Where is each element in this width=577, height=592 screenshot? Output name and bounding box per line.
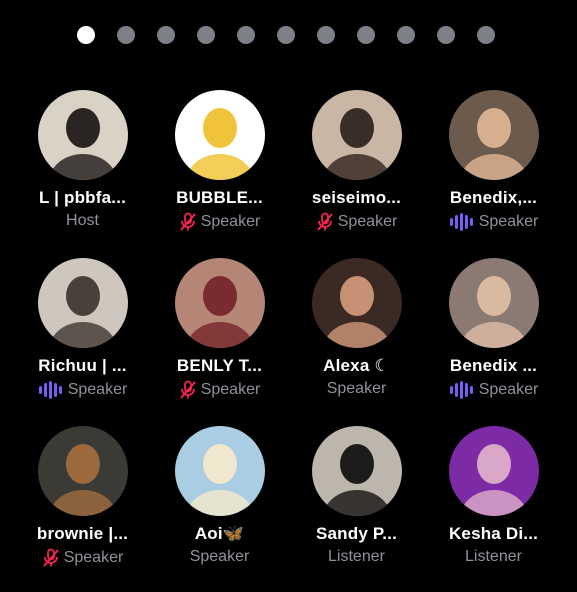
participant-role: Speaker — [189, 548, 250, 565]
participant-name: BUBBLE... — [176, 188, 263, 207]
avatar[interactable] — [174, 258, 265, 348]
page-dot[interactable] — [197, 26, 215, 44]
participant-tile[interactable]: Richuu | ... Speaker — [14, 256, 151, 424]
participant-role: Speaker — [67, 381, 128, 398]
speaking-waveform-icon — [449, 212, 475, 232]
participant-name: Benedix ... — [449, 356, 538, 375]
mic-off-icon — [42, 548, 60, 568]
participant-role-row: Speaker — [179, 380, 261, 400]
participant-name: Alexa ☾ — [323, 356, 390, 375]
participant-name: brownie |... — [36, 524, 129, 543]
participant-tile[interactable]: Kesha Di... Listener — [425, 424, 562, 592]
participant-role: Speaker — [337, 213, 398, 230]
page-dot[interactable] — [237, 26, 255, 44]
page-dot-active[interactable] — [77, 26, 95, 44]
avatar[interactable] — [448, 426, 539, 516]
participant-name: seiseimo... — [311, 188, 402, 207]
avatar[interactable] — [311, 426, 402, 516]
avatar[interactable] — [37, 258, 128, 348]
participant-role-row: Listener — [465, 548, 522, 566]
participant-role-row: Listener — [328, 548, 385, 566]
participant-role: Speaker — [63, 549, 124, 566]
page-dot[interactable] — [397, 26, 415, 44]
avatar[interactable] — [448, 90, 539, 180]
participant-tile[interactable]: Benedix ... Speaker — [425, 256, 562, 424]
participant-tile[interactable]: BUBBLE... Speaker — [151, 88, 288, 256]
speaking-waveform-icon — [38, 380, 64, 400]
participant-role: Listener — [465, 548, 522, 565]
participant-tile[interactable]: Sandy P... Listener — [288, 424, 425, 592]
participant-role-row: Speaker — [190, 548, 250, 566]
participant-name: BENLY T... — [176, 356, 263, 375]
participant-role: Host — [66, 212, 99, 229]
page-dot[interactable] — [477, 26, 495, 44]
participant-role: Speaker — [478, 213, 539, 230]
participant-role: Speaker — [326, 380, 387, 397]
mic-off-icon — [316, 212, 334, 232]
avatar[interactable] — [174, 426, 265, 516]
participant-tile[interactable]: L | pbbfa... Host — [14, 88, 151, 256]
participant-role-row: Speaker — [38, 380, 128, 400]
participant-role-row: Speaker — [449, 380, 539, 400]
participant-role-row: Speaker — [316, 212, 398, 232]
participant-name: L | pbbfa... — [38, 188, 127, 207]
page-dot[interactable] — [317, 26, 335, 44]
participant-role: Speaker — [200, 381, 261, 398]
speaking-waveform-icon — [449, 380, 475, 400]
page-dot[interactable] — [437, 26, 455, 44]
participant-tile[interactable]: BENLY T... Speaker — [151, 256, 288, 424]
participant-role-row: Speaker — [327, 380, 387, 398]
page-dot[interactable] — [277, 26, 295, 44]
participant-role: Speaker — [478, 381, 539, 398]
avatar[interactable] — [448, 258, 539, 348]
participant-role-row: Speaker — [42, 548, 124, 568]
participant-name: Kesha Di... — [448, 524, 539, 543]
participant-tile[interactable]: brownie |... Speaker — [14, 424, 151, 592]
participant-name: Sandy P... — [315, 524, 398, 543]
participants-grid: L | pbbfa... Host BUBBLE... Speaker seiseimo… — [14, 88, 563, 592]
participant-role: Speaker — [200, 213, 261, 230]
participant-role-row: Host — [66, 212, 99, 230]
avatar[interactable] — [37, 90, 128, 180]
participant-tile[interactable]: Alexa ☾ Speaker — [288, 256, 425, 424]
participant-role-row: Speaker — [179, 212, 261, 232]
avatar[interactable] — [174, 90, 265, 180]
participant-name: Aoi🦋 — [194, 524, 245, 543]
avatar[interactable] — [37, 426, 128, 516]
participant-role-row: Speaker — [449, 212, 539, 232]
avatar[interactable] — [311, 90, 402, 180]
mic-off-icon — [179, 380, 197, 400]
page-dot[interactable] — [357, 26, 375, 44]
page-dot[interactable] — [157, 26, 175, 44]
page-indicator — [77, 26, 517, 44]
participant-name: Benedix,... — [449, 188, 538, 207]
participant-name: Richuu | ... — [38, 356, 127, 375]
avatar[interactable] — [311, 258, 402, 348]
mic-off-icon — [179, 212, 197, 232]
participant-tile[interactable]: seiseimo... Speaker — [288, 88, 425, 256]
participant-role: Listener — [328, 548, 385, 565]
page-dot[interactable] — [117, 26, 135, 44]
participant-tile[interactable]: Aoi🦋 Speaker — [151, 424, 288, 592]
participant-tile[interactable]: Benedix,... Speaker — [425, 88, 562, 256]
